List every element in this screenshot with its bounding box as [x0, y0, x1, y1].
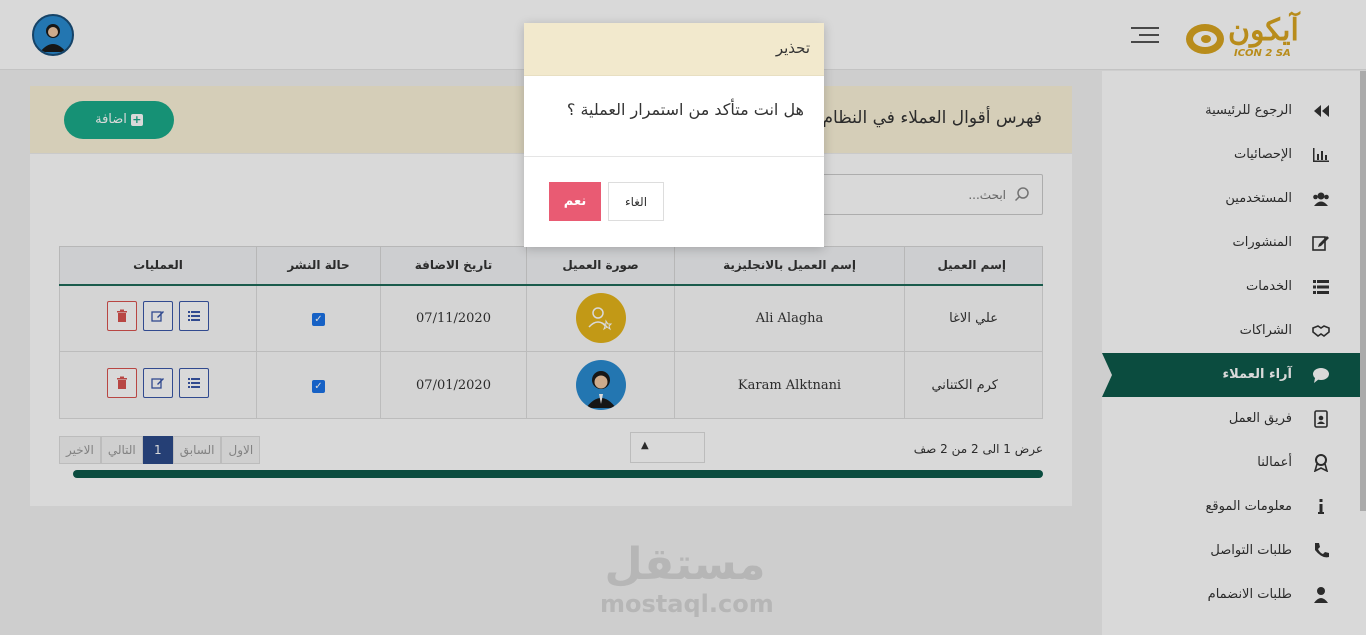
confirm-dialog: تحذير هل انت متأكد من استمرار العملية ؟ … [524, 23, 824, 247]
confirm-button[interactable]: نعم [549, 182, 601, 221]
dialog-body: هل انت متأكد من استمرار العملية ؟ [524, 76, 824, 157]
dialog-message: هل انت متأكد من استمرار العملية ؟ [566, 100, 804, 119]
dialog-header: تحذير [524, 23, 824, 76]
cancel-button[interactable]: الغاء [608, 182, 664, 221]
dialog-title: تحذير [775, 39, 810, 57]
dialog-footer: نعم الغاء [524, 157, 824, 247]
